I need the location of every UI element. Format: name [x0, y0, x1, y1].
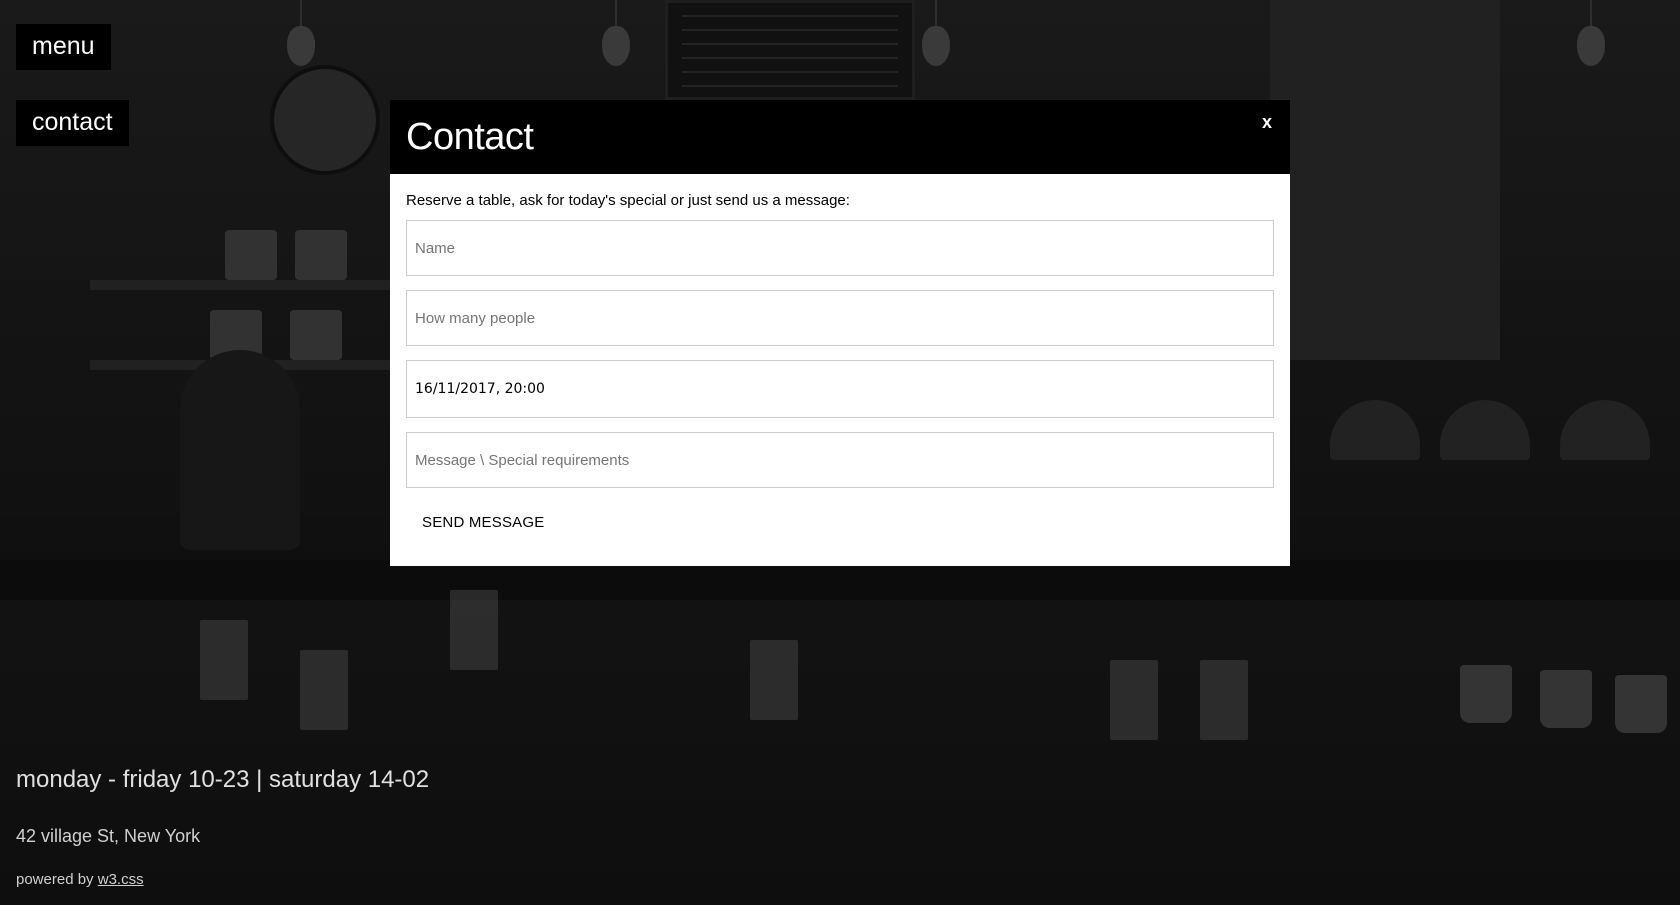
datetime-field[interactable]	[406, 360, 1274, 418]
address: 42 village St, New York	[16, 826, 201, 846]
powered-by-text: powered by	[16, 871, 94, 888]
menu-button[interactable]: menu	[16, 24, 111, 70]
opening-hours: monday - friday 10-23 | saturday 14-02	[16, 766, 430, 793]
modal-header: Contact x	[390, 100, 1290, 174]
people-count-field[interactable]	[406, 290, 1274, 346]
modal-title: Contact	[406, 116, 534, 158]
intro-text: Reserve a table, ask for today's special…	[406, 192, 850, 209]
close-icon[interactable]: x	[1256, 110, 1278, 135]
contact-form: SEND MESSAGE	[406, 220, 1274, 539]
message-field[interactable]	[406, 432, 1274, 488]
contact-modal: Contact x Reserve a table, ask for today…	[390, 100, 1290, 566]
w3css-link[interactable]: w3.css	[98, 871, 144, 888]
name-field[interactable]	[406, 220, 1274, 276]
contact-button[interactable]: contact	[16, 100, 129, 146]
modal-body: Reserve a table, ask for today's special…	[390, 174, 1290, 539]
send-message-button[interactable]: SEND MESSAGE	[406, 506, 560, 539]
powered-by: powered by w3.css	[16, 871, 144, 888]
